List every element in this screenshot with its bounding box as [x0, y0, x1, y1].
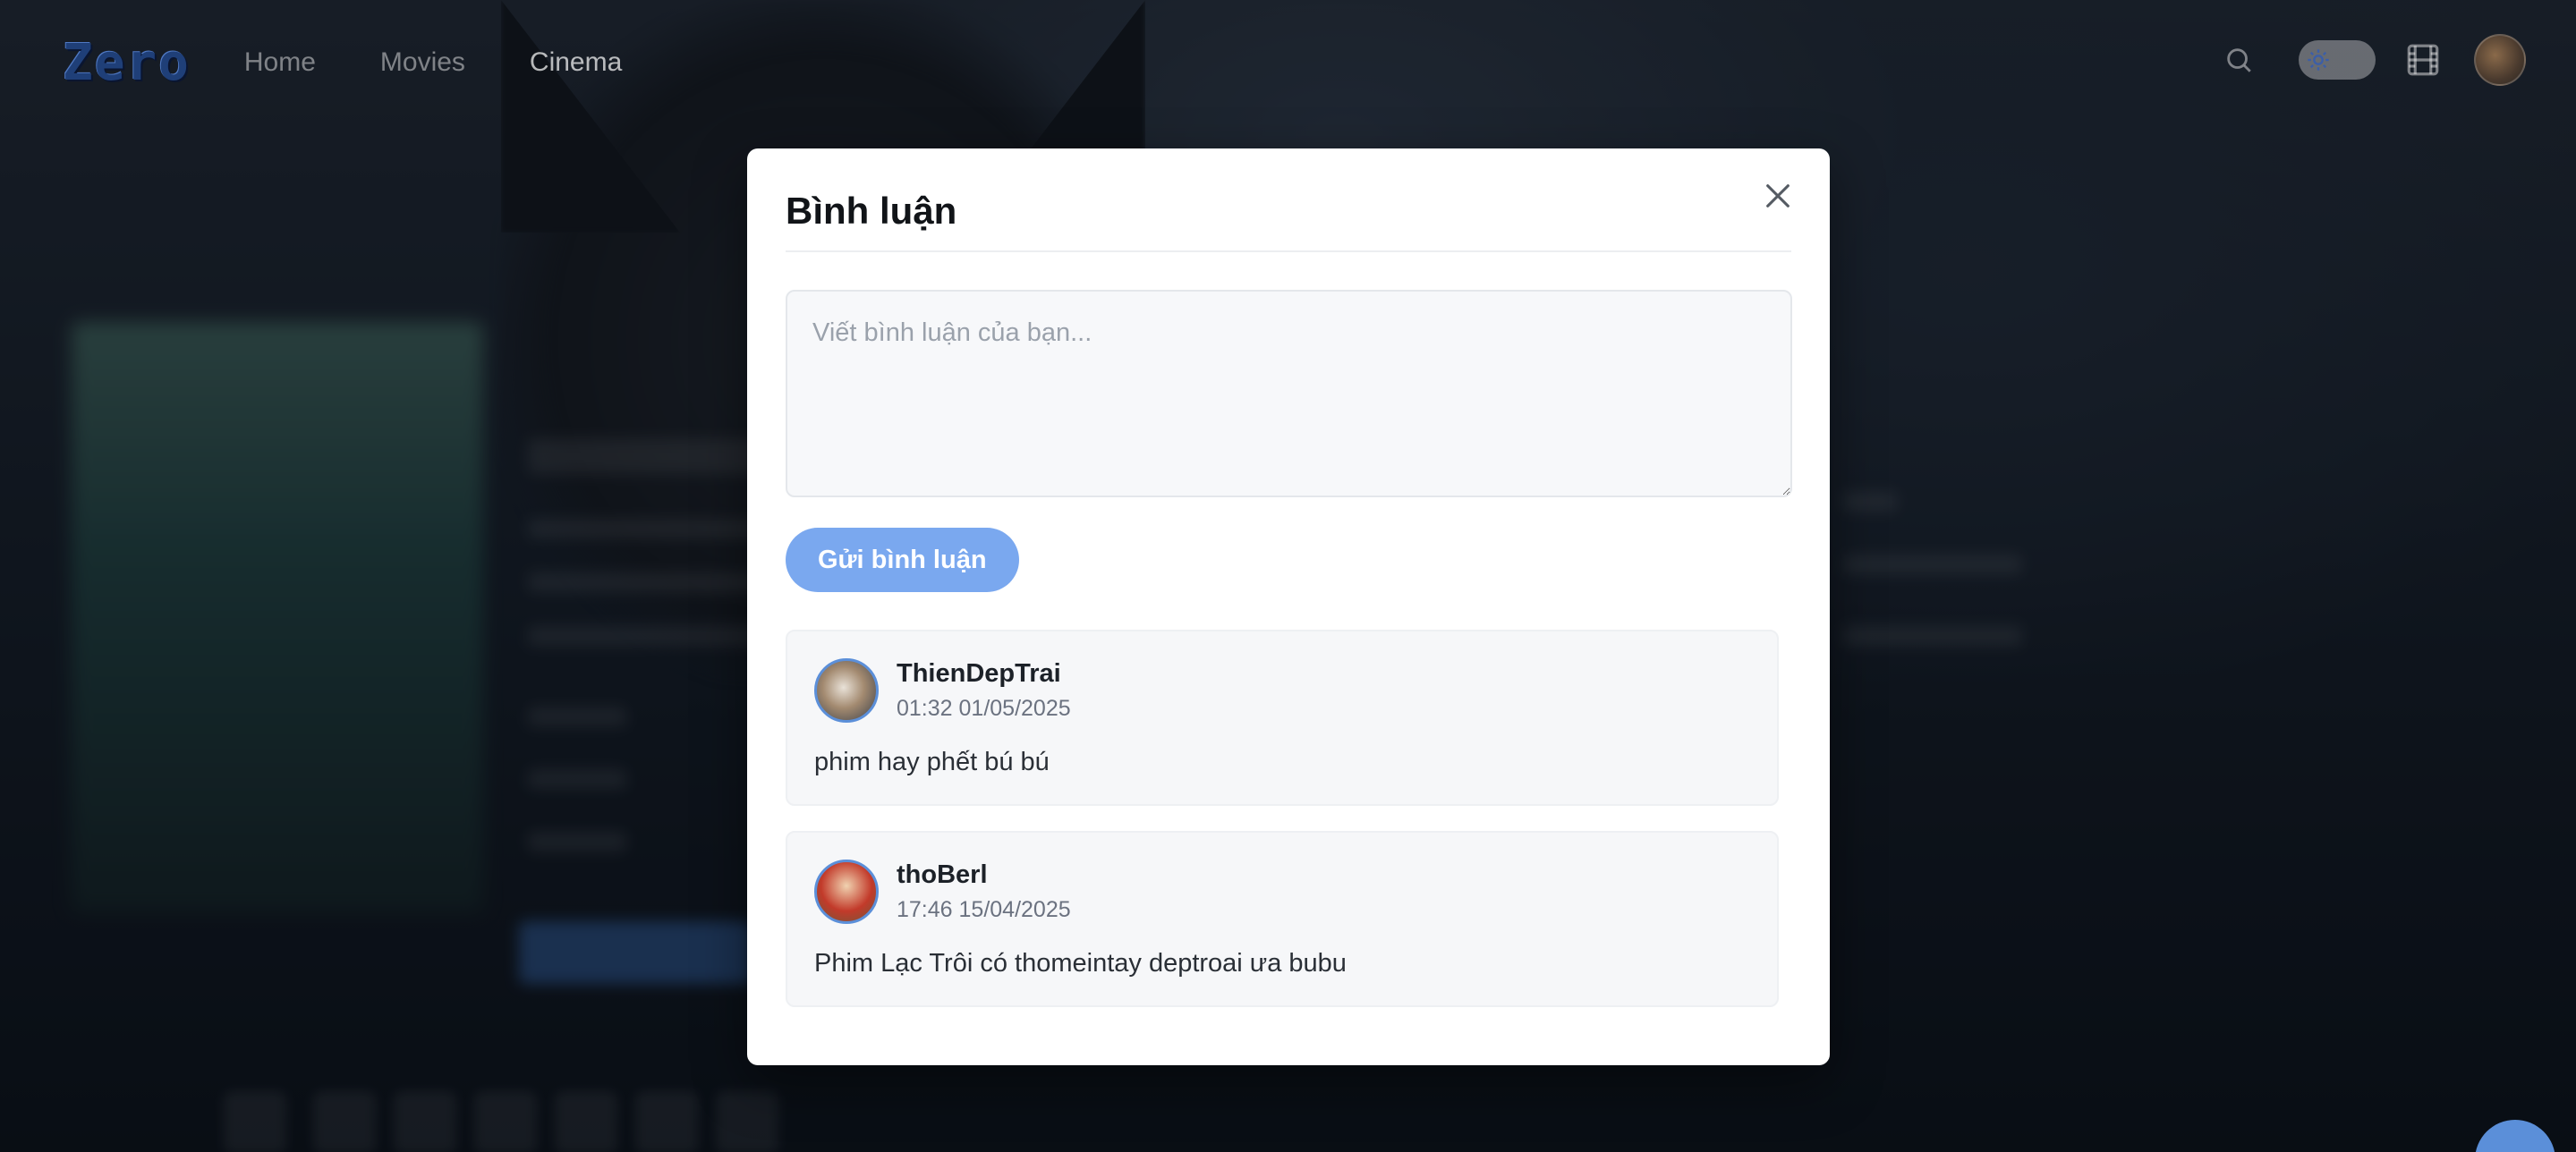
theme-toggle[interactable]: [2299, 40, 2376, 80]
modal-header: Bình luận: [786, 148, 1791, 252]
comment-username[interactable]: ThienDepTrai: [897, 659, 1071, 689]
comment-text: phim hay phết bú bú: [814, 748, 1050, 776]
film-icon[interactable]: [2404, 41, 2442, 79]
avatar[interactable]: [814, 860, 879, 924]
comment-text: Phim Lạc Trôi có thomeintay deptroai ưa …: [814, 949, 1347, 978]
comment-item: ThienDepTrai 01:32 01/05/2025 phim hay p…: [786, 630, 1779, 806]
sun-icon: [2306, 47, 2331, 72]
comment-list: ThienDepTrai 01:32 01/05/2025 phim hay p…: [786, 630, 1779, 1007]
nav-link-movies[interactable]: Movies: [380, 47, 465, 78]
comment-modal: Bình luận Gửi bình luận ThienDepTrai 01:…: [747, 148, 1830, 1065]
modal-title: Bình luận: [786, 190, 957, 232]
comment-username[interactable]: thoBerl: [897, 860, 1071, 890]
nav-link-home[interactable]: Home: [244, 47, 316, 78]
comment-header: ThienDepTrai 01:32 01/05/2025: [814, 658, 1750, 723]
comment-timestamp: 01:32 01/05/2025: [897, 696, 1071, 721]
comment-timestamp: 17:46 15/04/2025: [897, 897, 1071, 922]
nav-actions: [2223, 34, 2526, 86]
user-avatar[interactable]: [2474, 34, 2526, 86]
submit-comment-button[interactable]: Gửi bình luận: [786, 528, 1019, 592]
site-logo[interactable]: Zero: [63, 34, 191, 92]
avatar[interactable]: [814, 658, 879, 723]
search-icon[interactable]: [2223, 45, 2254, 75]
close-icon[interactable]: [1756, 174, 1800, 218]
comment-meta: ThienDepTrai 01:32 01/05/2025: [897, 659, 1071, 722]
comment-meta: thoBerl 17:46 15/04/2025: [897, 860, 1071, 923]
nav-link-cinema[interactable]: Cinema: [530, 47, 622, 78]
comment-item: thoBerl 17:46 15/04/2025 Phim Lạc Trôi c…: [786, 831, 1779, 1007]
comment-input[interactable]: [786, 290, 1792, 497]
comment-header: thoBerl 17:46 15/04/2025: [814, 860, 1750, 924]
top-nav: Zero Home Movies Cinema: [0, 0, 2576, 125]
